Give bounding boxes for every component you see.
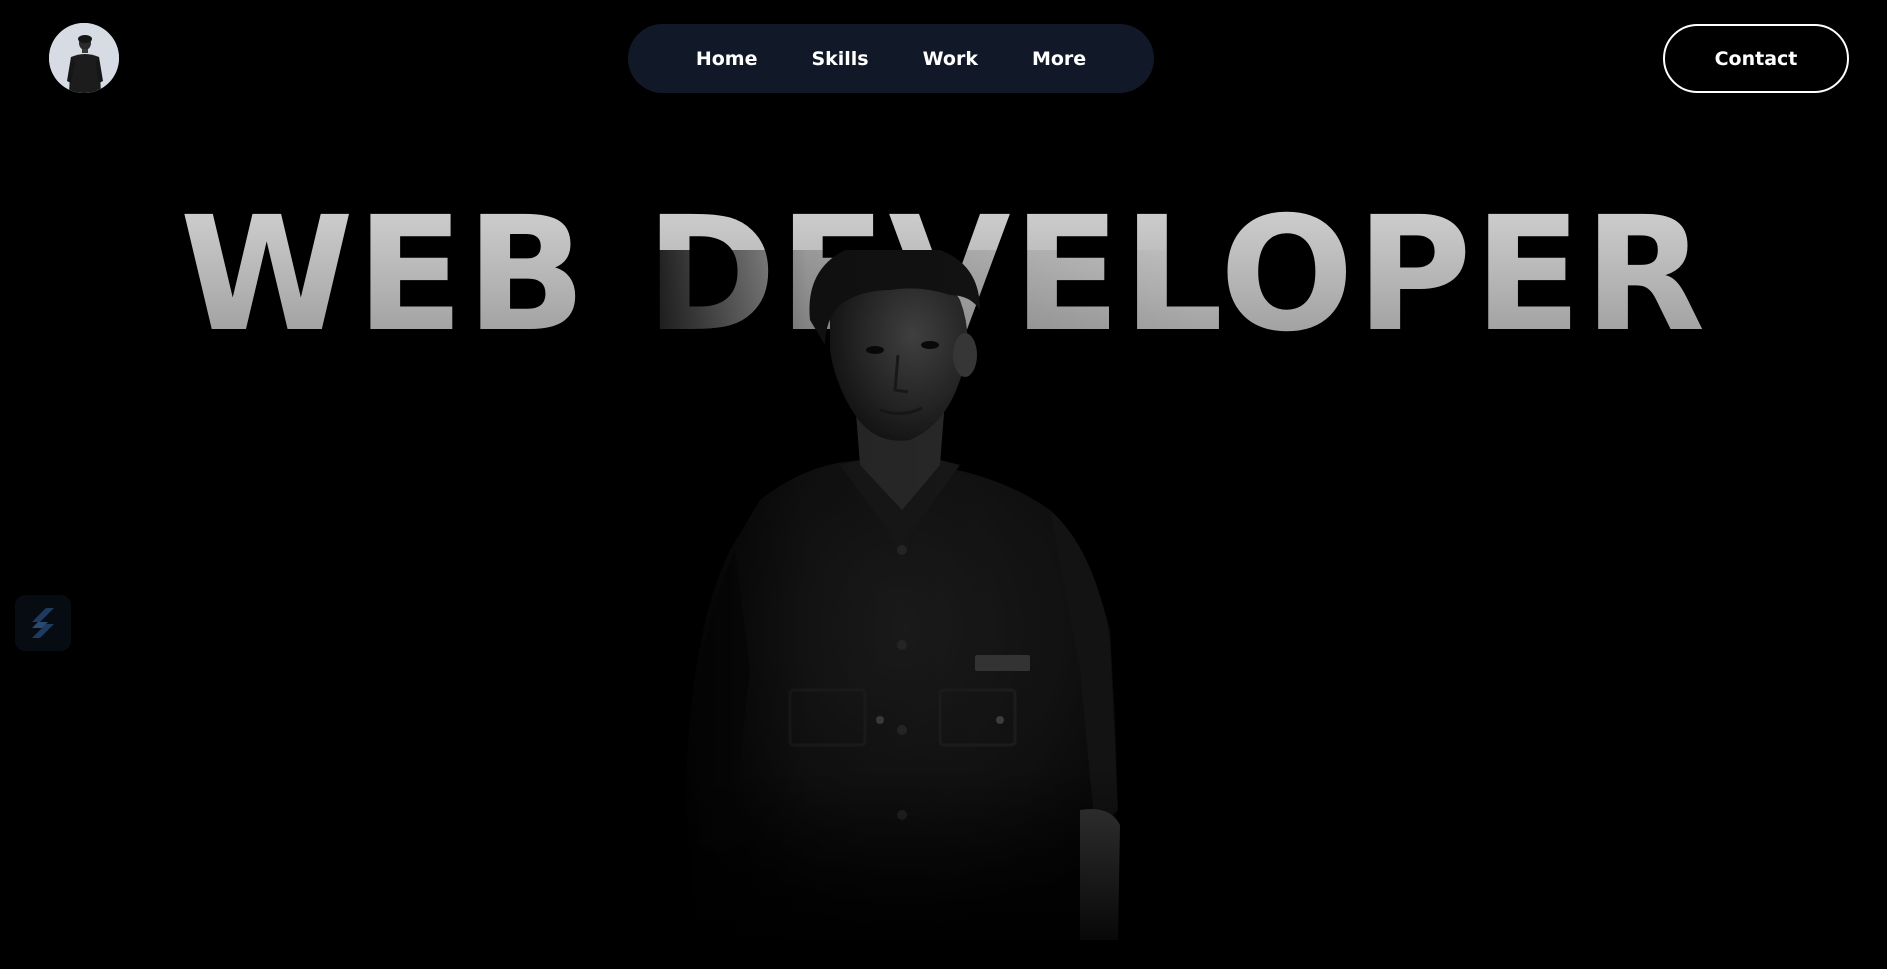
hero-portrait xyxy=(640,250,1200,940)
avatar[interactable] xyxy=(49,23,119,93)
contact-button[interactable]: Contact xyxy=(1663,24,1849,93)
nav-item-work[interactable]: Work xyxy=(896,48,1005,70)
main-nav: Home Skills Work More xyxy=(628,24,1154,93)
avatar-person-icon xyxy=(49,23,119,93)
nav-item-more[interactable]: More xyxy=(1005,48,1113,70)
slash-logo-icon xyxy=(32,608,54,638)
side-badge[interactable] xyxy=(15,595,71,651)
nav-item-skills[interactable]: Skills xyxy=(784,48,895,70)
page: Home Skills Work More Contact WEB DEVELO… xyxy=(0,0,1887,969)
nav-item-home[interactable]: Home xyxy=(669,48,785,70)
